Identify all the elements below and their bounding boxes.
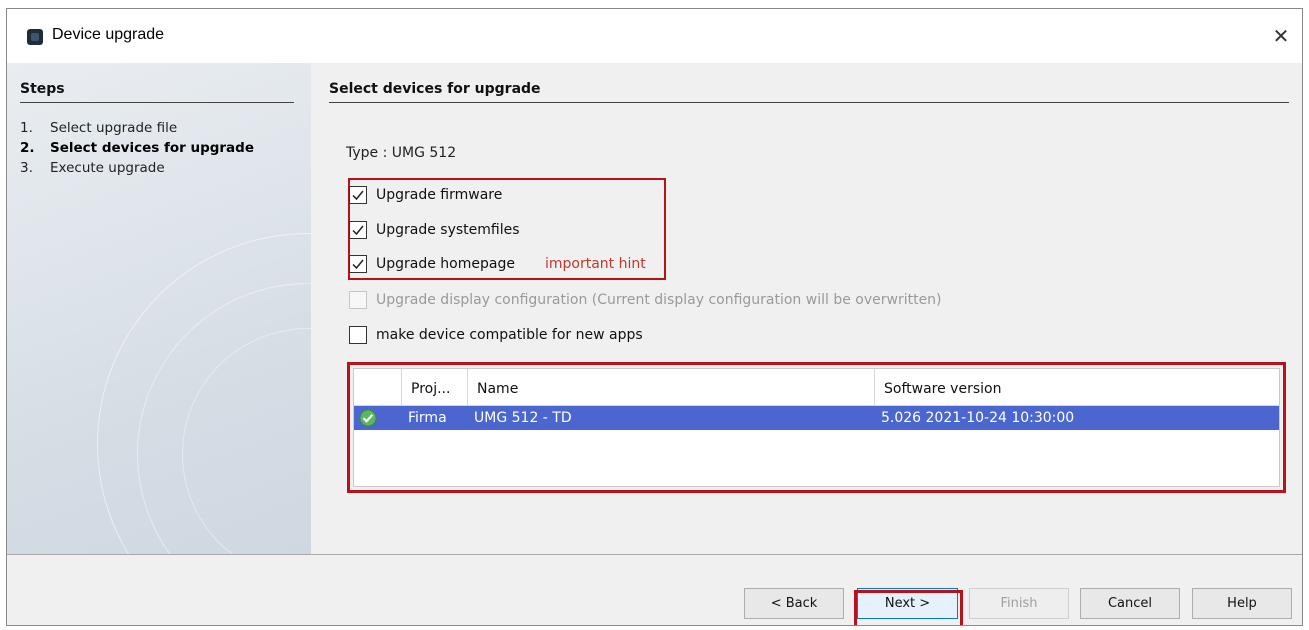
checkbox-label: make device compatible for new apps [376,327,643,343]
checkbox-checked-icon[interactable] [349,255,367,273]
table-header: Proj... Name Software version [354,369,1279,406]
steps-panel: Steps 1. Select upgrade file 2. Select dev… [7,63,311,554]
check-circle-icon [359,409,377,427]
step-item-select-upgrade-file: 1. Select upgrade file [20,120,177,136]
highlight-frame-next-button [854,590,963,625]
button-bar: < Back Next > Finish Cancel Help [7,554,1302,625]
device-type-label: Type : UMG 512 [346,145,457,161]
checkbox-label: Upgrade display configuration (Current d… [376,292,942,308]
step-label: Select upgrade file [50,120,178,136]
steps-heading: Steps [20,81,65,97]
project-cell: Firma [408,410,447,426]
column-header-name[interactable]: Name [468,369,875,405]
checkbox-label: Upgrade systemfiles [376,222,520,238]
checkbox-unchecked-icon [349,291,367,309]
column-header-status[interactable] [354,369,402,405]
step-number: 2. [20,140,35,156]
step-item-select-devices: 2. Select devices for upgrade [20,140,254,156]
important-hint-text: important hint [545,256,646,272]
content-divider [329,102,1289,103]
checkbox-unchecked-icon[interactable] [349,326,367,344]
checkbox-label: Upgrade firmware [376,187,503,203]
help-button[interactable]: Help [1192,588,1292,619]
finish-button: Finish [969,588,1069,619]
back-button[interactable]: < Back [744,588,844,619]
software-version-cell: 5.026 2021-10-24 10:30:00 [881,410,1075,426]
step-label: Select devices for upgrade [50,140,254,156]
status-cell [354,406,402,430]
app-icon [27,29,43,45]
close-icon[interactable]: ✕ [1266,21,1296,51]
page-title: Select devices for upgrade [329,81,541,97]
column-header-project[interactable]: Proj... [402,369,468,405]
window-title: Device upgrade [52,26,165,43]
checkbox-checked-icon[interactable] [349,221,367,239]
title-bar: Device upgrade ✕ [7,9,1302,63]
step-number: 3. [20,160,33,176]
checkbox-checked-icon[interactable] [349,186,367,204]
step-label: Execute upgrade [50,160,165,176]
step-number: 1. [20,120,33,136]
cancel-button[interactable]: Cancel [1080,588,1180,619]
device-table: Proj... Name Software version Firma UMG … [353,368,1280,487]
name-cell: UMG 512 - TD [474,410,572,426]
column-header-software-version[interactable]: Software version [875,369,1279,405]
device-upgrade-dialog: Device upgrade ✕ Steps 1. Select upgrade … [6,8,1303,626]
steps-divider [20,102,294,103]
checkbox-label: Upgrade homepage [376,256,515,272]
table-row[interactable]: Firma UMG 512 - TD 5.026 2021-10-24 10:3… [354,406,1279,430]
step-item-execute-upgrade: 3. Execute upgrade [20,160,165,176]
content-panel: Select devices for upgrade Type : UMG 51… [311,63,1302,554]
